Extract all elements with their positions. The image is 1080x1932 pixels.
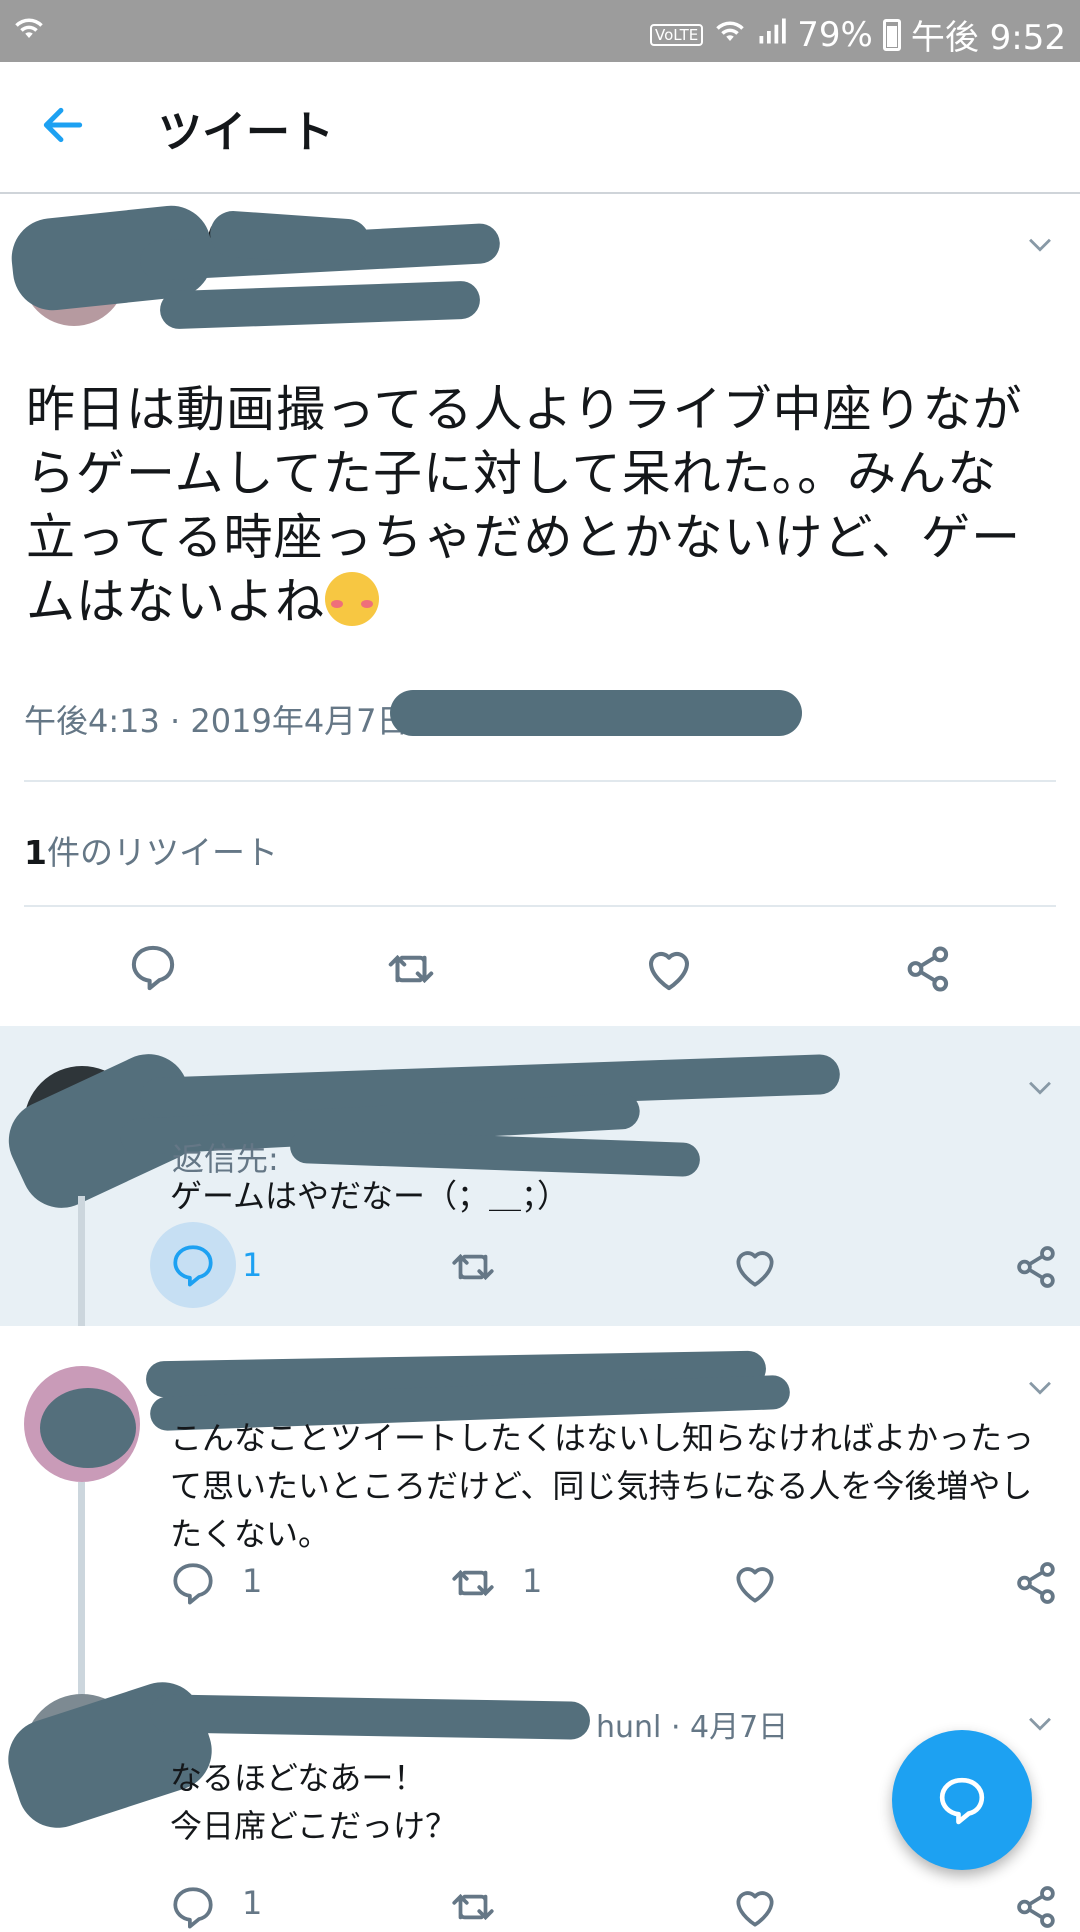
reply-text: こんなことツイートしたくはないし知らなければよかったって思いたいところだけど、同… <box>170 1419 1035 1553</box>
chevron-down-icon[interactable] <box>1023 1070 1057 1104</box>
reply-text: ゲームはやだなー（；＿；） <box>170 1177 570 1215</box>
share-icon[interactable] <box>1012 1242 1062 1292</box>
reply-icon[interactable] <box>168 1558 218 1608</box>
share-icon[interactable] <box>902 942 956 996</box>
battery-percent: 79% <box>797 14 873 55</box>
redaction-mark <box>289 1128 701 1178</box>
page-title: ツイート <box>158 107 334 158</box>
redaction-mark <box>390 690 802 736</box>
like-icon[interactable] <box>730 1882 780 1932</box>
share-icon[interactable] <box>1012 1882 1062 1932</box>
volte-badge: VoLTE <box>650 23 704 46</box>
reply-icon[interactable] <box>168 1882 218 1932</box>
app-bar: ツイート <box>0 62 1080 194</box>
divider <box>24 780 1056 782</box>
retweet-count[interactable]: 1件のリツイート <box>24 826 278 874</box>
redaction-mark <box>159 280 481 330</box>
reply-icon <box>939 1777 985 1825</box>
tweet-text: 昨日は動画撮ってる人よりライブ中座りながらゲームしてた子に対して呆れた。。みんな… <box>26 381 1023 630</box>
chevron-down-icon[interactable] <box>1023 227 1057 261</box>
like-icon[interactable] <box>642 942 696 996</box>
reply-text: なるほどなあー！ 今日席どこだっけ？ <box>170 1759 458 1845</box>
chevron-down-icon[interactable] <box>1023 1370 1057 1404</box>
like-icon[interactable] <box>730 1558 780 1608</box>
chevron-down-icon[interactable] <box>1023 1706 1057 1740</box>
reply-handle: hunl · 4月7日 <box>596 1710 789 1745</box>
reply-count: 1 <box>242 1246 263 1284</box>
retweet-icon[interactable] <box>448 1242 498 1292</box>
reply-tweet[interactable]: こんなことツイートしたくはないし知らなければよかったって思いたいところだけど、同… <box>0 1326 1080 1626</box>
reply-count: 1 <box>242 1884 263 1922</box>
retweet-icon[interactable] <box>384 942 438 996</box>
redaction-mark <box>40 1388 136 1468</box>
divider <box>24 905 1056 907</box>
reply-icon[interactable] <box>168 1240 218 1290</box>
smiling-face-icon <box>325 572 380 626</box>
back-arrow-icon[interactable] <box>38 100 88 150</box>
signal-icon <box>757 15 787 55</box>
wifi-icon <box>14 12 44 52</box>
retweet-icon[interactable] <box>448 1882 498 1932</box>
compose-reply-button[interactable] <box>892 1730 1032 1870</box>
clock: 午後 9:52 <box>910 18 1066 58</box>
reply-icon[interactable] <box>126 940 180 994</box>
thread-line <box>78 1196 85 1326</box>
reply-count: 1 <box>242 1562 263 1600</box>
reply-tweet[interactable]: 返信先: ゲームはやだなー（；＿；） 1 <box>0 1026 1080 1326</box>
like-icon[interactable] <box>730 1242 780 1292</box>
status-bar: VoLTE 79% 午後 9:52 <box>0 0 1080 62</box>
battery-icon <box>882 18 901 51</box>
retweet-count: 1 <box>522 1562 543 1600</box>
redaction-mark <box>149 1694 591 1740</box>
share-icon[interactable] <box>1012 1558 1062 1608</box>
wifi-icon <box>713 15 747 55</box>
retweet-icon[interactable] <box>448 1558 498 1608</box>
tweet-timestamp: 午後4:13 · 2019年4月7日 <box>24 702 409 740</box>
